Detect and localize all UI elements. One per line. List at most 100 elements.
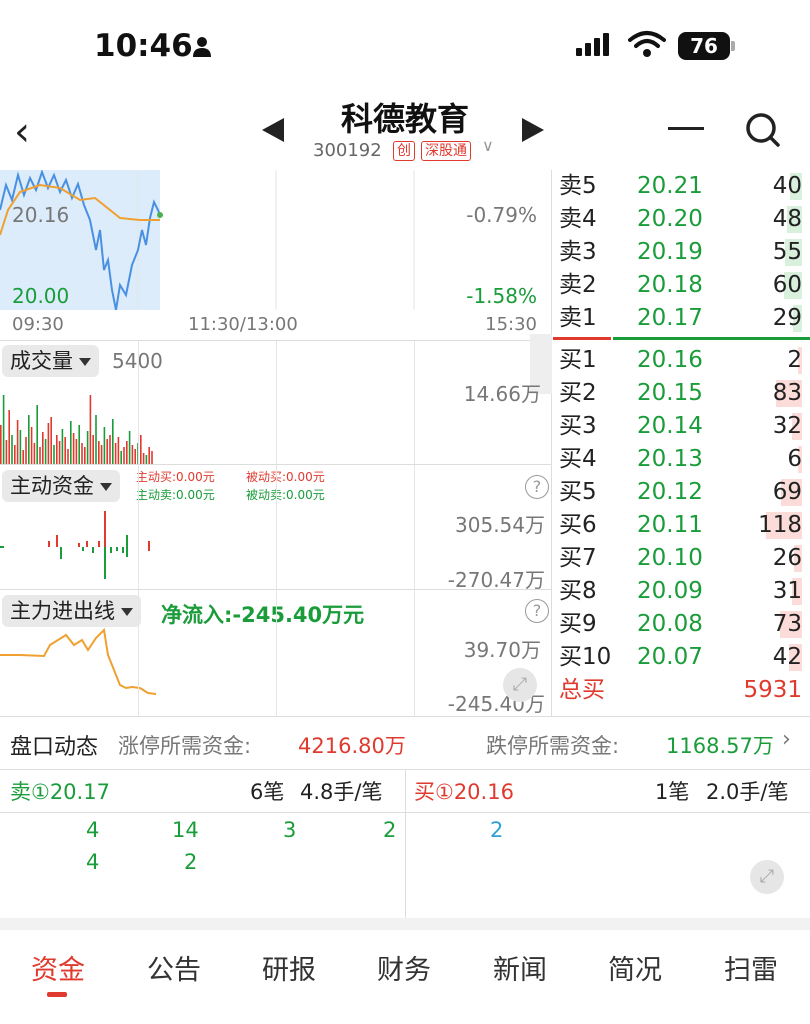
volume-max: 14.66万 — [463, 382, 541, 406]
search-icon[interactable] — [745, 112, 781, 148]
buy-count: 1笔 — [655, 780, 690, 804]
limit-down-value: 1168.57万 — [666, 734, 774, 758]
ask-row[interactable]: 卖1 20.17 29 — [553, 302, 810, 335]
tab-1[interactable]: 公告 — [119, 948, 229, 987]
tab-6[interactable]: 扫雷 — [696, 948, 806, 987]
ask-level-label: 卖3 — [559, 239, 597, 265]
sell-trade-num: 4 — [86, 818, 100, 842]
battery-tip — [731, 41, 735, 51]
volume-bar — [53, 445, 55, 465]
volume-bar — [86, 431, 89, 465]
bid-price: 20.13 — [637, 446, 703, 472]
volume-bars-chart — [0, 395, 153, 465]
volume-bar — [25, 437, 27, 465]
volume-bar — [103, 427, 106, 465]
help-icon[interactable]: ? — [525, 599, 549, 623]
market-dynamics-row[interactable]: 盘口动态 涨停所需资金: 4216.80万 跌停所需资金: 1168.57万 › — [0, 716, 810, 770]
next-stock-icon[interactable] — [522, 118, 544, 142]
time-mid-label: 11:30/13:00 — [188, 314, 298, 335]
bid-row[interactable]: 买9 20.08 73 — [553, 608, 810, 641]
volume-bar — [100, 445, 103, 465]
main-flow-line-chart — [0, 627, 157, 695]
sell-trade-num: 2 — [383, 818, 397, 842]
bid-level-label: 买2 — [559, 380, 597, 406]
bid-qty: 31 — [772, 578, 802, 604]
bid-price: 20.07 — [637, 644, 703, 670]
bid-qty: 69 — [772, 479, 802, 505]
pct-high-label: -0.79% — [466, 203, 537, 227]
trade-detail-panel: 卖①20.17 6笔 4.8手/笔 买①20.16 1笔 2.0手/笔 4 14… — [0, 770, 810, 918]
net-inflow-label: 净流入:-245.40万元 — [161, 603, 365, 627]
ask-row[interactable]: 卖3 20.19 55 — [553, 236, 810, 269]
total-bid-label: 总买 — [559, 677, 605, 703]
main-flow-max: 39.70万 — [463, 638, 541, 662]
back-icon[interactable]: ‹ — [14, 112, 30, 152]
volume-bar — [84, 447, 86, 465]
volume-bar — [98, 441, 100, 465]
bid-price: 20.16 — [637, 347, 703, 373]
chevron-right-icon[interactable]: › — [782, 727, 791, 752]
volume-bar — [5, 440, 8, 465]
buy-avg: 2.0手/笔 — [706, 780, 789, 804]
active-buy-label: 主动买:0.00元 — [136, 470, 215, 484]
price-low-label: 20.00 — [12, 284, 70, 308]
tab-5[interactable]: 简况 — [580, 948, 690, 987]
bid-row[interactable]: 买8 20.09 31 — [553, 575, 810, 608]
sell-trade-num: 4 — [86, 850, 100, 874]
limit-up-label: 涨停所需资金: — [118, 734, 252, 758]
volume-bar — [8, 410, 10, 465]
expand-icon[interactable]: ⤢ — [750, 860, 784, 894]
wifi-icon — [628, 31, 666, 57]
bid-row[interactable]: 买7 20.10 26 — [553, 542, 810, 575]
tab-4[interactable]: 新闻 — [465, 948, 575, 987]
expand-icon[interactable]: ⤢ — [503, 668, 537, 702]
volume-bar — [64, 437, 66, 465]
ask-price: 20.18 — [637, 272, 703, 298]
volume-bar — [47, 423, 50, 465]
volume-bar — [22, 450, 24, 465]
volume-bar — [117, 437, 120, 465]
minus-icon[interactable] — [668, 127, 704, 130]
bid-row[interactable]: 买1 20.16 2 — [553, 344, 810, 377]
battery-indicator: 76 — [678, 32, 730, 60]
ask-row[interactable]: 卖5 20.21 40 — [553, 170, 810, 203]
bid-price: 20.09 — [637, 578, 703, 604]
volume-bar — [16, 420, 19, 465]
ask-row[interactable]: 卖2 20.18 60 — [553, 269, 810, 302]
volume-bar — [140, 435, 142, 465]
tab-2[interactable]: 研报 — [234, 948, 344, 987]
passive-buy-label: 被动买:0.00元 — [246, 470, 325, 484]
bid-qty: 2 — [787, 347, 802, 373]
volume-bar — [67, 449, 69, 465]
section-divider — [0, 918, 810, 930]
buy-trade-num: 2 — [490, 818, 504, 842]
bid-row[interactable]: 买10 20.07 42 — [553, 641, 810, 674]
volume-bar — [126, 441, 128, 465]
active-tab-indicator — [47, 992, 67, 997]
volume-bar — [134, 449, 136, 465]
status-time: 10:46 — [94, 28, 193, 64]
active-fund-selector[interactable]: 主动资金 — [2, 470, 120, 502]
bid-row[interactable]: 买5 20.12 69 — [553, 476, 810, 509]
charts-panel: 20.16 20.00 -0.79% -1.58% 09:30 11:30/13… — [0, 170, 552, 716]
volume-bar — [61, 429, 64, 465]
chuang-tag: 创 — [393, 141, 415, 161]
bid-row[interactable]: 买6 20.11 118 — [553, 509, 810, 542]
ask-level-label: 卖1 — [559, 305, 597, 331]
volume-bar — [11, 435, 13, 465]
tab-0[interactable]: 资金 — [3, 948, 113, 987]
bid-row[interactable]: 买4 20.13 6 — [553, 443, 810, 476]
bid-row[interactable]: 买2 20.15 83 — [553, 377, 810, 410]
chevron-down-icon[interactable]: ∨ — [482, 136, 494, 155]
bid-level-label: 买7 — [559, 545, 597, 571]
tab-3[interactable]: 财务 — [349, 948, 459, 987]
volume-bar — [36, 405, 38, 465]
help-icon[interactable]: ? — [525, 475, 549, 499]
sell-trade-num: 14 — [172, 818, 199, 842]
ask-row[interactable]: 卖4 20.20 48 — [553, 203, 810, 236]
stock-code: 300192 — [313, 140, 382, 161]
bid-row[interactable]: 买3 20.14 32 — [553, 410, 810, 443]
bid-qty: 42 — [772, 644, 802, 670]
bid-price: 20.14 — [637, 413, 703, 439]
prev-stock-icon[interactable] — [262, 118, 284, 142]
